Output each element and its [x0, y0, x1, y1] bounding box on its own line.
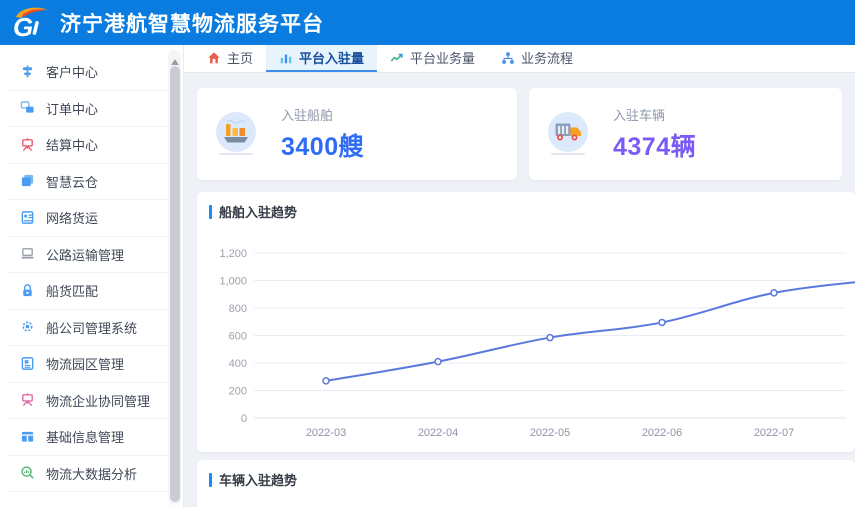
stat-value: 3400艘	[281, 133, 365, 161]
sidebar-item-label: 网络货运	[46, 211, 99, 227]
svg-text:200: 200	[229, 386, 247, 398]
registered-ships-card: 入驻船舶 3400艘	[197, 88, 517, 180]
enterprise-collab-easel-icon	[20, 392, 36, 408]
panel-title: 车辆入驻趋势	[209, 470, 297, 489]
sidebar-item[interactable]: 网络货运	[8, 200, 173, 237]
svg-text:2022-06: 2022-06	[642, 427, 682, 439]
svg-text:1,000: 1,000	[219, 276, 247, 288]
tab[interactable]: 平台入驻量	[266, 45, 378, 72]
ship-icon	[216, 112, 256, 155]
scrollbar-thumb[interactable]	[169, 66, 180, 502]
tab-label: 业务流程	[521, 51, 574, 66]
sidebar-item[interactable]: 订单中心	[8, 91, 173, 127]
settlement-easel-icon	[20, 137, 36, 153]
sidebar-item[interactable]: 智慧云仓	[8, 164, 173, 200]
order-chat-icon	[20, 100, 36, 116]
svg-text:400: 400	[229, 358, 247, 370]
vehicle-trend-panel: 车辆入驻趋势	[197, 460, 855, 507]
page-title: 济宁港航智慧物流服务平台	[60, 12, 324, 36]
sidebar-item[interactable]: 船公司管理系统	[8, 310, 173, 346]
big-data-search-icon	[20, 465, 36, 481]
content-area: 入驻船舶 3400艘 入驻车辆 4374辆 船舶入驻趋势 0 200 400 6…	[184, 73, 855, 507]
sidebar-item[interactable]: 公路运输管理	[8, 237, 173, 273]
bar-chart-icon	[279, 51, 293, 65]
sidebar-item[interactable]: 客户中心	[8, 54, 173, 91]
svg-text:2022-07: 2022-07	[754, 427, 794, 439]
tab-label: 平台业务量	[410, 51, 476, 66]
road-transport-laptop-icon	[20, 246, 36, 262]
svg-text:800: 800	[229, 303, 247, 315]
svg-text:G: G	[13, 12, 33, 41]
svg-text:2022-03: 2022-03	[306, 427, 346, 439]
tab-label: 平台入驻量	[299, 51, 365, 66]
sidebar-item[interactable]: 物流企业协同管理	[8, 383, 173, 419]
sidebar-item-label: 基础信息管理	[46, 430, 125, 446]
svg-text:2022-05: 2022-05	[530, 427, 570, 439]
network-freight-doc-icon	[20, 210, 36, 226]
sidebar: 客户中心 订单中心 结算中心 智慧云仓 网络货运 公路运输管理 船货匹配 船公司…	[0, 45, 184, 507]
sidebar-item-label: 物流大数据分析	[46, 466, 138, 482]
sidebar-item-label: 物流园区管理	[46, 357, 125, 373]
sidebar-item-label: 客户中心	[46, 65, 99, 81]
sidebar-item[interactable]: 结算中心	[8, 127, 173, 164]
sidebar-item-label: 订单中心	[46, 101, 99, 117]
sidebar-item-label: 物流企业协同管理	[46, 393, 151, 409]
stat-label: 入驻车辆	[613, 108, 666, 123]
truck-icon	[548, 112, 588, 155]
svg-text:1,200: 1,200	[219, 248, 247, 260]
title-accent-bar	[209, 472, 212, 487]
sidebar-scrollbar[interactable]	[168, 50, 181, 505]
basic-info-box-icon	[20, 429, 36, 445]
tab[interactable]: 业务流程	[488, 45, 586, 72]
logistics-park-doc-icon	[20, 356, 36, 372]
stat-label: 入驻船舶	[281, 108, 334, 123]
svg-text:0: 0	[241, 413, 247, 425]
sidebar-menu: 客户中心 订单中心 结算中心 智慧云仓 网络货运 公路运输管理 船货匹配 船公司…	[0, 45, 183, 492]
sidebar-item-label: 公路运输管理	[46, 247, 125, 263]
gear-icon	[20, 319, 36, 335]
sidebar-item-label: 船货匹配	[46, 284, 99, 300]
home-icon	[207, 51, 221, 65]
main-area: 主页 平台入驻量 平台业务量 业务流程 入驻船舶 3400艘 入驻车辆 4374…	[184, 45, 855, 507]
svg-text:2022-04: 2022-04	[418, 427, 458, 439]
ship-trend-panel: 船舶入驻趋势 0 200 400 600 800 1,000 1,200 2022-03 202…	[197, 192, 855, 452]
flow-chart-icon	[501, 51, 515, 65]
stat-value: 4374辆	[613, 133, 697, 161]
sidebar-item[interactable]: 物流大数据分析	[8, 456, 173, 492]
sidebar-item[interactable]: 物流园区管理	[8, 346, 173, 383]
svg-text:600: 600	[229, 331, 247, 343]
port-logo-icon: G	[13, 7, 48, 41]
ship-cargo-match-icon	[20, 283, 36, 299]
registered-vehicles-card: 入驻车辆 4374辆	[529, 88, 842, 180]
customer-badge-icon	[20, 64, 36, 80]
app-header: G 济宁港航智慧物流服务平台	[0, 0, 855, 45]
sidebar-item-label: 结算中心	[46, 138, 99, 154]
sidebar-item-label: 船公司管理系统	[46, 320, 138, 336]
scroll-up-arrow-icon[interactable]	[168, 52, 181, 64]
sidebar-item[interactable]: 基础信息管理	[8, 419, 173, 456]
sidebar-item[interactable]: 船货匹配	[8, 273, 173, 310]
tab-label: 主页	[227, 51, 254, 66]
tab-bar: 主页 平台入驻量 平台业务量 业务流程	[184, 45, 855, 73]
cloud-warehouse-icon	[20, 173, 36, 189]
tab[interactable]: 主页	[194, 45, 266, 72]
trend-line-icon	[390, 51, 404, 65]
sidebar-item-label: 智慧云仓	[46, 174, 99, 190]
vehicle-trend-title: 车辆入驻趋势	[219, 473, 298, 488]
tab[interactable]: 平台业务量	[377, 45, 488, 72]
app-window: G 济宁港航智慧物流服务平台 客户中心 订单中心 结算中心 智慧云仓 网络货运 …	[0, 0, 855, 507]
ship-trend-line-chart: 0 200 400 600 800 1,000 1,200 2022-03 2022-04 202…	[219, 248, 855, 439]
